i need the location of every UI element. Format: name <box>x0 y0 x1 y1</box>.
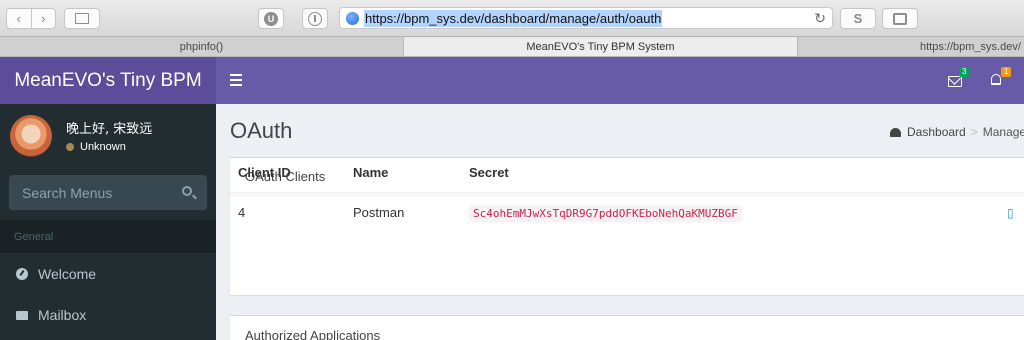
status-dot-icon <box>66 143 74 151</box>
address-bar[interactable]: https://bpm_sys.dev/dashboard/manage/aut… <box>339 7 833 29</box>
search-menus-input[interactable]: Search Menus <box>9 175 207 210</box>
column-header-name: Name <box>345 152 461 194</box>
search-placeholder: Search Menus <box>22 184 113 201</box>
table-header-row: Client ID Name Secret <box>230 152 1024 194</box>
page-title: OAuth <box>230 118 293 143</box>
hamburger-menu-icon[interactable] <box>230 74 242 89</box>
client-name-cell: Postman <box>353 205 405 220</box>
table-row: 4 Postman Sc4ohEmMJwXsTqDR9G7pddOFKEboNe… <box>230 193 1024 231</box>
notification-count-badge: 1 <box>1001 67 1012 77</box>
client-secret-code: Sc4ohEmMJwXsTqDR9G7pddOFKEboNehQaKMUZBGF <box>469 205 742 222</box>
breadcrumb: Dashboard > Manage <box>890 125 1024 139</box>
dashboard-icon <box>16 268 28 280</box>
dashboard-gauge-icon <box>890 127 901 137</box>
breadcrumb-separator: > <box>970 125 978 139</box>
mail-icon[interactable] <box>948 76 962 87</box>
sidebar-item-mailbox[interactable]: Mailbox <box>0 295 216 335</box>
user-greeting: 晚上好, 宋致远 <box>66 122 153 137</box>
main-content: OAuth Dashboard > Manage OAuth Clients C… <box>216 104 1024 340</box>
client-id-cell: 4 <box>238 205 246 220</box>
box-title: Authorized Applications <box>245 327 381 340</box>
breadcrumb-manage[interactable]: Manage <box>983 125 1024 139</box>
url-text[interactable]: https://bpm_sys.dev/dashboard/manage/aut… <box>364 9 663 27</box>
extension-info-button[interactable] <box>302 8 328 29</box>
top-navbar: 3 1 <box>216 57 1024 104</box>
reload-icon[interactable]: ↻ <box>814 10 826 27</box>
back-forward-buttons[interactable]: ‹ › <box>6 8 56 29</box>
tab-phpinfo[interactable]: phpinfo() <box>0 37 404 56</box>
search-icon[interactable] <box>182 186 192 196</box>
extension-u-icon: U <box>264 11 278 26</box>
avatar <box>10 115 52 157</box>
breadcrumb-dashboard[interactable]: Dashboard <box>907 125 966 139</box>
bell-icon[interactable] <box>991 74 1001 85</box>
tabs-icon <box>893 12 907 25</box>
sidebar-item-label: Welcome <box>38 266 97 282</box>
tab-overview-button[interactable] <box>882 8 918 29</box>
menu-section-header: General <box>0 220 216 253</box>
tab-bpm-url[interactable]: https://bpm_sys.dev/ <box>798 37 1024 56</box>
envelope-icon <box>16 310 28 320</box>
info-icon <box>308 11 322 26</box>
sidebar-icon <box>75 13 89 24</box>
sidebar-item-label: Mailbox <box>38 307 87 323</box>
s-extension-button[interactable]: S <box>840 8 876 29</box>
user-status: Unknown <box>66 141 126 153</box>
tab-strip: phpinfo() MeanEVO's Tiny BPM System http… <box>0 37 1024 57</box>
tab-bpm-system[interactable]: MeanEVO's Tiny BPM System <box>404 37 798 56</box>
back-icon[interactable]: ‹ <box>7 11 31 26</box>
client-secret-cell: Sc4ohEmMJwXsTqDR9G7pddOFKEboNehQaKMUZBGF <box>461 193 1024 231</box>
s-label: S <box>853 11 863 26</box>
sidebar: 晚上好, 宋致远 Unknown Search Menus General We… <box>0 104 216 340</box>
user-status-label: Unknown <box>80 141 126 153</box>
app-header: MeanEVO's Tiny BPM 3 1 <box>0 57 1024 104</box>
app-logo[interactable]: MeanEVO's Tiny BPM <box>0 57 216 104</box>
extension-u-button[interactable]: U <box>258 8 284 29</box>
forward-icon[interactable]: › <box>32 11 56 26</box>
column-header-secret: Secret <box>461 152 1024 194</box>
column-header-client-id: Client ID <box>230 152 345 194</box>
edit-link-icon[interactable]: ▯ <box>1007 206 1014 220</box>
sidebar-item-welcome[interactable]: Welcome <box>0 254 216 294</box>
oauth-clients-table: Client ID Name Secret 4 Postman Sc4ohEmM… <box>230 152 1024 231</box>
authorized-applications-box: Authorized Applications <box>230 315 1024 340</box>
mail-count-badge: 3 <box>959 67 970 77</box>
sidebar-toggle-button[interactable] <box>64 8 100 29</box>
user-panel: 晚上好, 宋致远 Unknown <box>0 104 216 164</box>
globe-icon <box>346 11 359 25</box>
browser-toolbar: ‹ › U https://bpm_sys.dev/dashboard/mana… <box>0 0 1024 37</box>
